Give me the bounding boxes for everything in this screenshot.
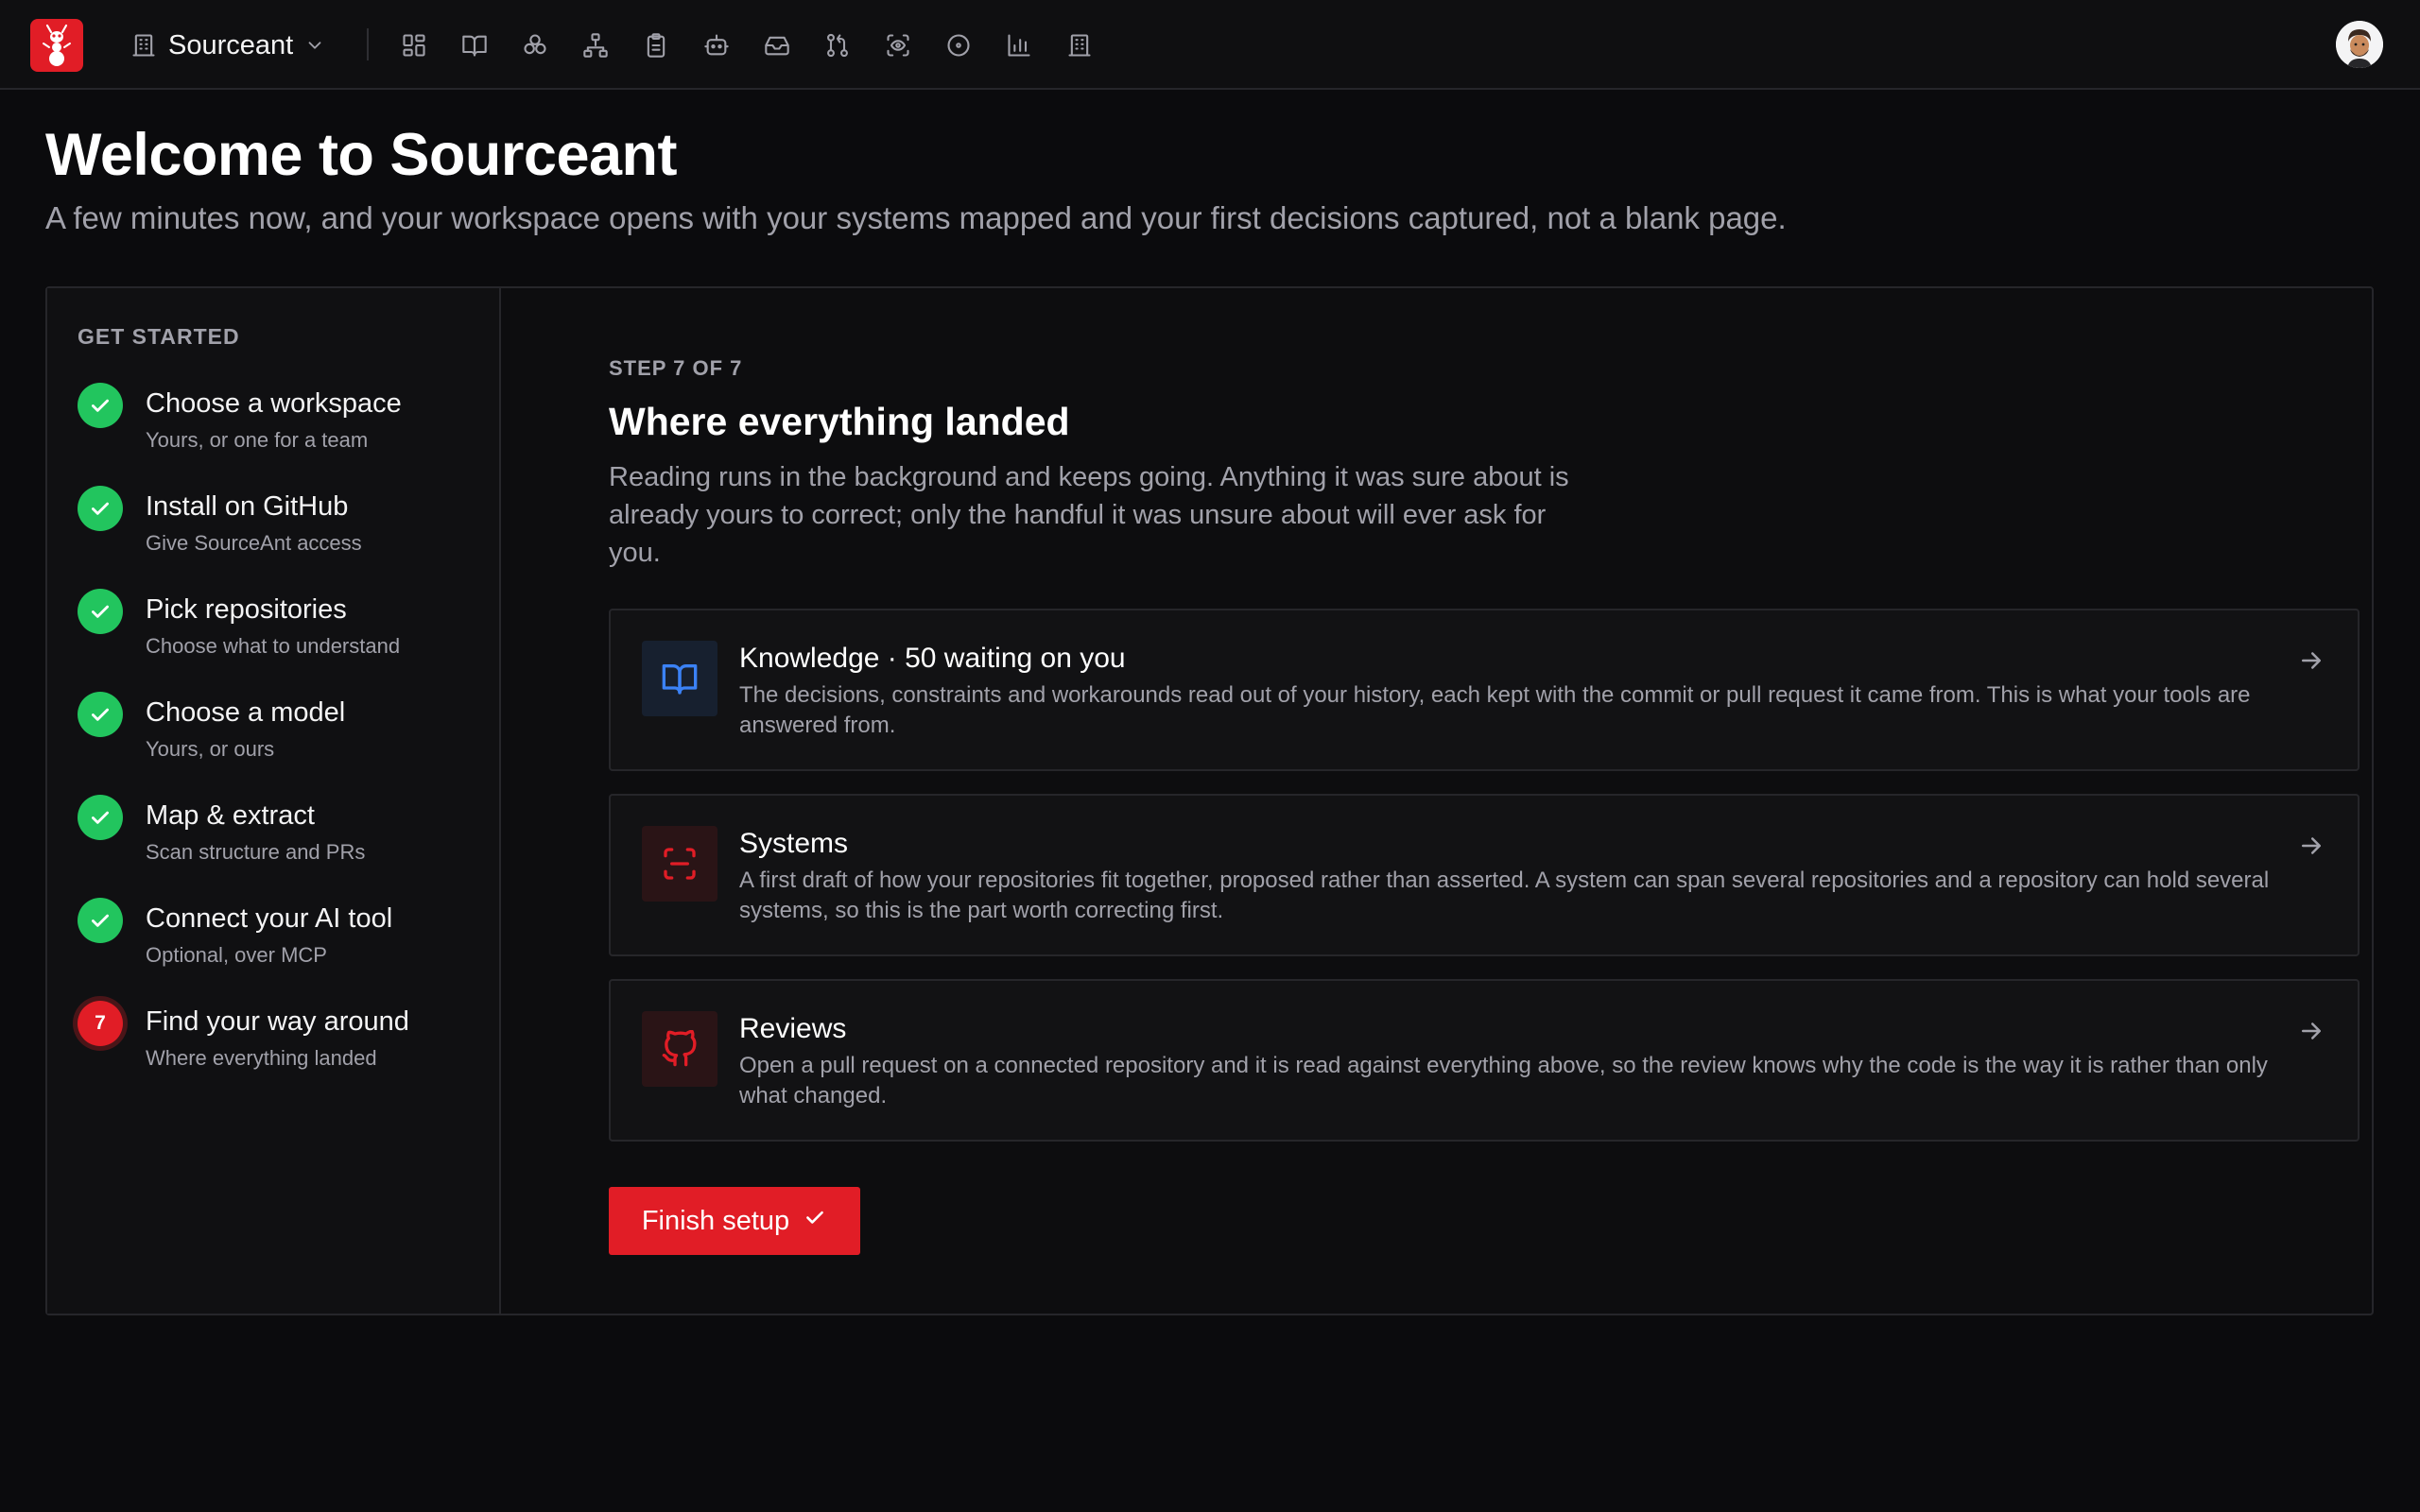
clipboard-icon[interactable] — [637, 26, 675, 64]
step-install-github[interactable]: Install on GitHub Give SourceAnt access — [78, 486, 493, 589]
step-content: STEP 7 OF 7 Where everything landed Read… — [503, 288, 2372, 1314]
step-title: Choose a workspace — [146, 388, 402, 419]
steps-list: Choose a workspace Yours, or one for a t… — [78, 383, 493, 1104]
step-subtitle: Give SourceAnt access — [146, 531, 362, 555]
robot-icon[interactable] — [698, 26, 735, 64]
scan-icon — [642, 826, 717, 902]
git-pull-request-icon[interactable] — [819, 26, 856, 64]
systems-description: A first draft of how your repositories f… — [739, 868, 2270, 923]
step-progress-label: STEP 7 OF 7 — [609, 356, 743, 380]
building-icon — [130, 32, 157, 59]
reviews-description: Open a pull request on a connected repos… — [739, 1053, 2268, 1108]
sitemap-icon[interactable] — [577, 26, 614, 64]
knowledge-title: Knowledge · 50 waiting on you — [739, 643, 1126, 674]
workspace-name: Sourceant — [168, 29, 294, 60]
step-title: Connect your AI tool — [146, 903, 393, 934]
knowledge-card[interactable]: Knowledge · 50 waiting on you The decisi… — [609, 609, 2360, 771]
onboarding-card: GET STARTED Choose a workspace Yours, or… — [45, 286, 2374, 1315]
building-icon[interactable] — [1061, 26, 1098, 64]
ant-logo-icon[interactable] — [30, 19, 83, 72]
step-title: Pick repositories — [146, 594, 347, 625]
top-bar: Sourceant — [0, 0, 2420, 90]
arrow-right-icon — [2297, 1017, 2325, 1045]
book-icon[interactable] — [456, 26, 493, 64]
step-subtitle: Optional, over MCP — [146, 943, 327, 967]
step-choose-model[interactable]: Choose a model Yours, or ours — [78, 692, 493, 795]
step-choose-workspace[interactable]: Choose a workspace Yours, or one for a t… — [78, 383, 493, 486]
systems-title: Systems — [739, 828, 849, 859]
step-title: Find your way around — [146, 1006, 409, 1037]
check-icon — [78, 898, 123, 943]
check-icon — [803, 1205, 827, 1237]
check-icon — [78, 795, 123, 840]
knowledge-description: The decisions, constraints and workaroun… — [739, 682, 2251, 738]
step-subtitle: Yours, or one for a team — [146, 428, 369, 452]
reviews-card[interactable]: Reviews Open a pull request on a connect… — [609, 979, 2360, 1142]
check-icon — [78, 589, 123, 634]
github-icon — [642, 1011, 717, 1087]
dashboard-icon[interactable] — [395, 26, 433, 64]
arrow-right-icon — [2297, 832, 2325, 860]
step-subtitle: Scan structure and PRs — [146, 840, 366, 864]
scan-eye-icon[interactable] — [879, 26, 917, 64]
check-icon — [78, 383, 123, 428]
onboarding-steps-sidebar: GET STARTED Choose a workspace Yours, or… — [47, 288, 501, 1314]
chevron-down-icon — [304, 35, 325, 56]
user-avatar[interactable] — [2336, 21, 2383, 68]
page-subtitle: A few minutes now, and your workspace op… — [45, 200, 1787, 235]
step-pick-repositories[interactable]: Pick repositories Choose what to underst… — [78, 589, 493, 692]
circle-dot-icon[interactable] — [940, 26, 977, 64]
page-title: Welcome to Sourceant — [45, 122, 678, 188]
step-title-heading: Where everything landed — [609, 400, 1070, 443]
check-icon — [78, 692, 123, 737]
inbox-icon[interactable] — [758, 26, 796, 64]
step-title: Map & extract — [146, 800, 315, 831]
bar-chart-icon[interactable] — [1000, 26, 1038, 64]
workspace-switcher[interactable]: Sourceant — [130, 25, 325, 66]
main-nav — [395, 26, 1098, 64]
reviews-title: Reviews — [739, 1013, 847, 1044]
systems-card[interactable]: Systems A first draft of how your reposi… — [609, 794, 2360, 956]
step-connect-ai-tool[interactable]: Connect your AI tool Optional, over MCP — [78, 898, 493, 1001]
step-map-extract[interactable]: Map & extract Scan structure and PRs — [78, 795, 493, 898]
finish-setup-label: Finish setup — [641, 1205, 790, 1236]
step-description: Reading runs in the background and keeps… — [609, 462, 1569, 568]
components-icon[interactable] — [516, 26, 554, 64]
topbar-divider — [367, 28, 369, 60]
finish-setup-button[interactable]: Finish setup — [609, 1187, 860, 1255]
step-subtitle: Choose what to understand — [146, 634, 401, 658]
sidebar-heading: GET STARTED — [78, 324, 240, 349]
step-title: Choose a model — [146, 697, 346, 728]
step-subtitle: Where everything landed — [146, 1046, 377, 1070]
arrow-right-icon — [2297, 646, 2325, 675]
check-icon — [78, 486, 123, 531]
destination-list: Knowledge · 50 waiting on you The decisi… — [609, 609, 2360, 1164]
step-number-badge: 7 — [78, 1001, 123, 1046]
step-find-your-way-around[interactable]: 7 Find your way around Where everything … — [78, 1001, 493, 1104]
step-title: Install on GitHub — [146, 491, 349, 522]
step-subtitle: Yours, or ours — [146, 737, 275, 761]
book-open-icon — [642, 641, 717, 716]
